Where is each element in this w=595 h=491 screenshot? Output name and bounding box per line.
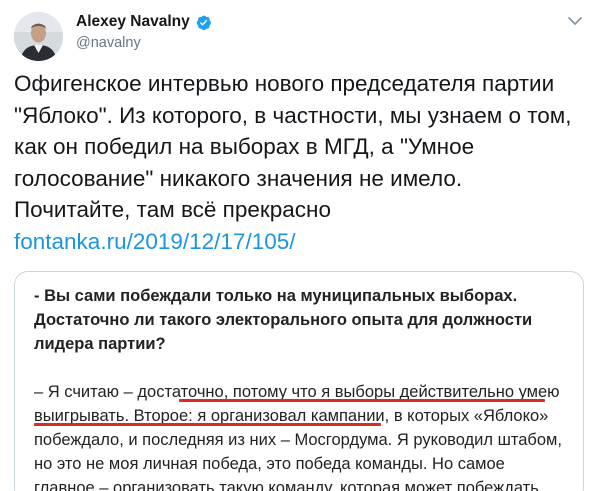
- tweet-text: Офигенское интервью нового председателя …: [14, 68, 584, 257]
- author-name-row[interactable]: Alexey Navalny: [76, 13, 212, 31]
- interview-answer: – Я считаю – достаточно, потому что я вы…: [34, 380, 569, 491]
- chevron-down-icon[interactable]: [566, 14, 584, 28]
- red-underline: [34, 423, 381, 426]
- author-handle[interactable]: @navalny: [76, 35, 141, 51]
- author-name[interactable]: Alexey Navalny: [76, 13, 190, 31]
- verified-badge-icon: [196, 15, 211, 30]
- interview-question: - Вы сами побеждали только на муниципаль…: [34, 287, 533, 353]
- avatar-photo: [14, 12, 63, 61]
- red-underline: [179, 399, 545, 402]
- attached-image-card[interactable]: - Вы сами побеждали только на муниципаль…: [14, 271, 584, 491]
- tweet-link[interactable]: fontanka.ru/2019/12/17/105/: [14, 229, 295, 254]
- avatar[interactable]: [14, 12, 63, 61]
- tweet-body: Офигенское интервью нового председателя …: [14, 71, 572, 222]
- article-excerpt: - Вы сами побеждали только на муниципаль…: [34, 284, 569, 491]
